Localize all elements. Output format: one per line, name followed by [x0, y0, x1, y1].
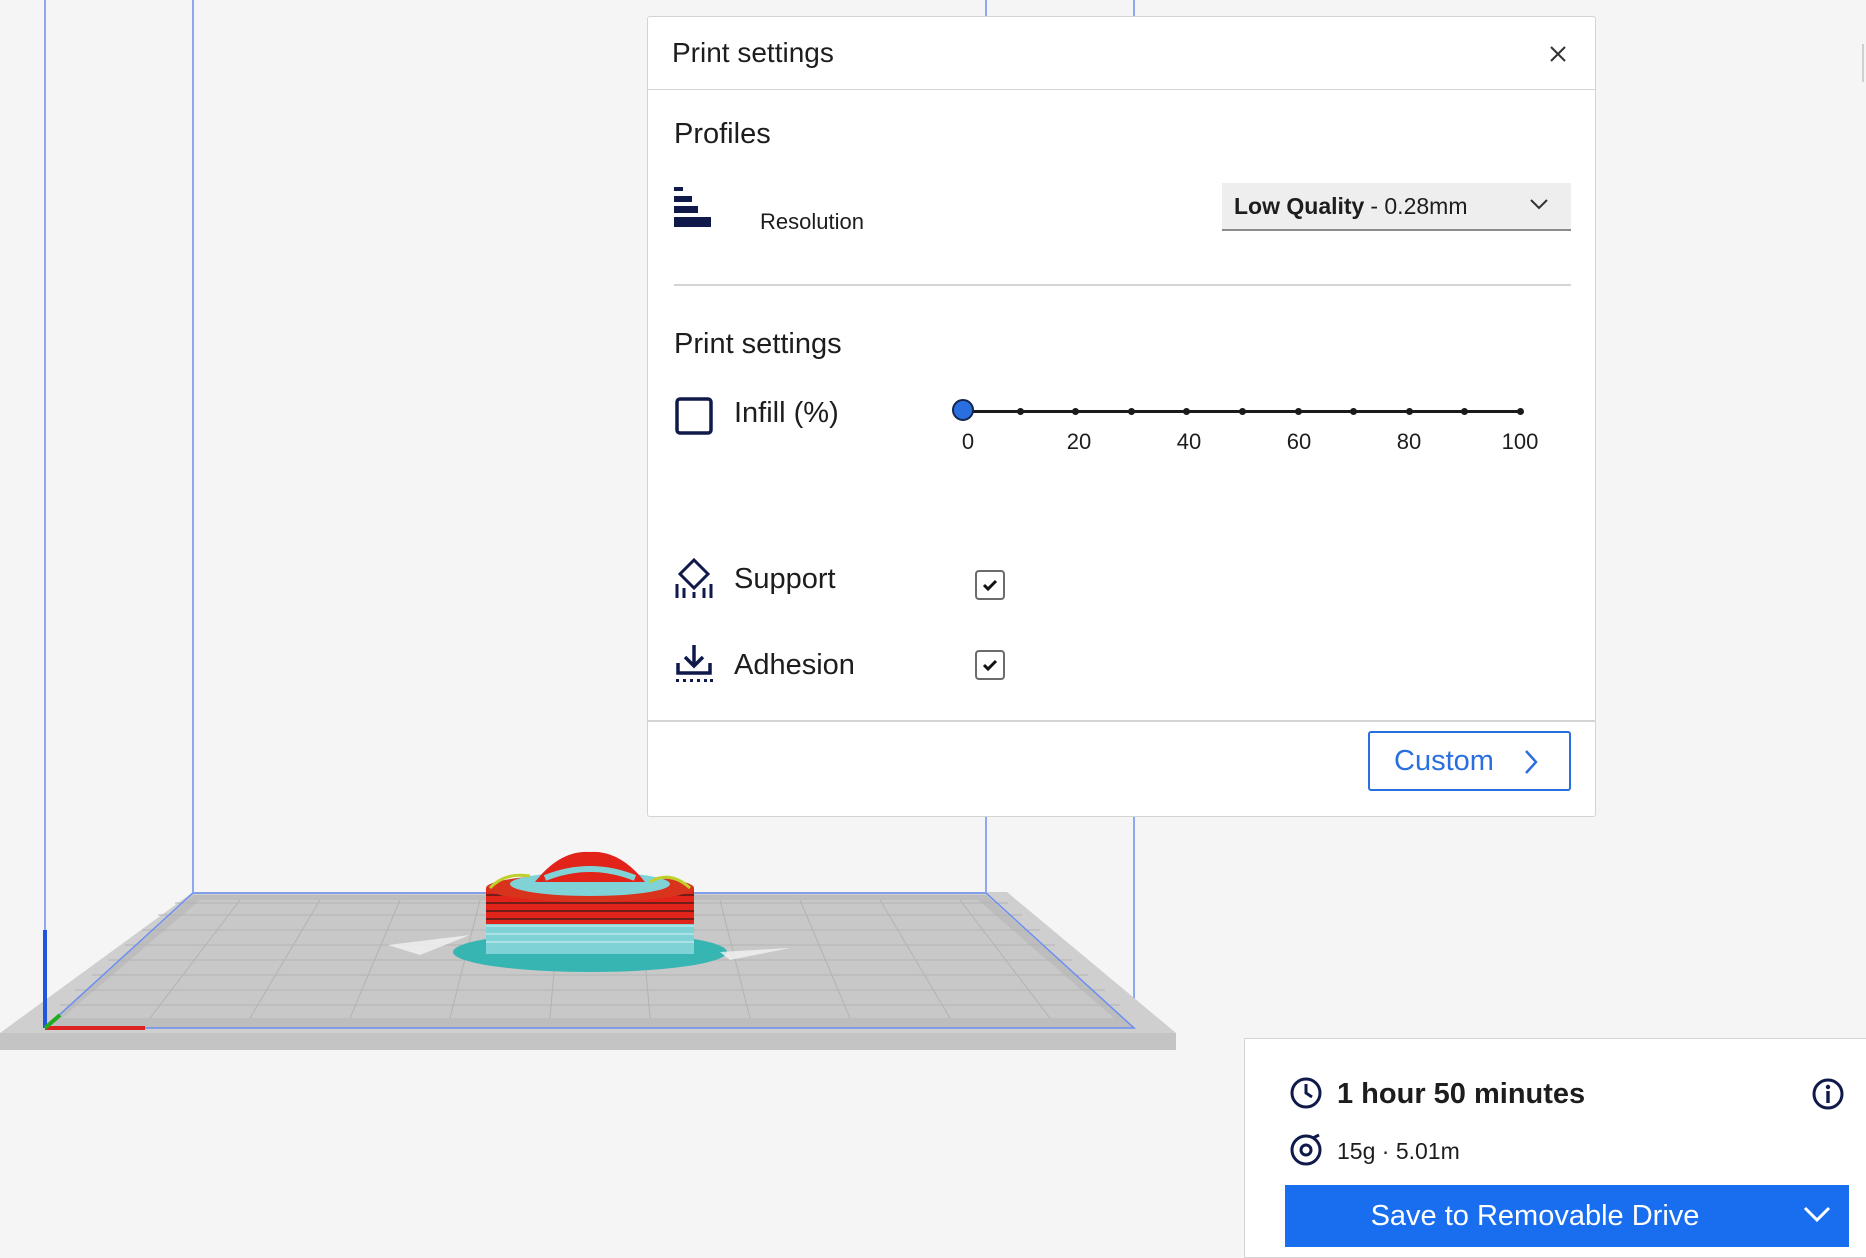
tick-label: 100 [1501, 429, 1539, 454]
print-time: 1 hour 50 minutes [1337, 1078, 1586, 1110]
infill-slider[interactable]: 0 20 40 60 80 100 [952, 392, 1554, 472]
slider-step-dot [1294, 408, 1302, 415]
chevron-down-icon [1530, 199, 1548, 210]
profiles-heading: Profiles [674, 118, 771, 150]
slider-step-dot [1461, 408, 1469, 415]
resolution-dropdown[interactable]: Low Quality - 0.28mm [1222, 183, 1571, 231]
close-icon [1550, 46, 1566, 62]
support-label: Support [734, 563, 836, 595]
clock-icon [1290, 1077, 1322, 1109]
section-divider [674, 284, 1571, 286]
custom-button[interactable]: Custom [1368, 731, 1571, 791]
selected-quality: Low Quality [1234, 192, 1365, 219]
support-icon [675, 558, 713, 598]
close-button[interactable] [1543, 39, 1573, 69]
infill-square-icon [675, 397, 713, 435]
slider-step-dot [1127, 408, 1135, 415]
print-settings-heading: Print settings [674, 328, 842, 360]
panel-title: Print settings [672, 37, 834, 68]
save-button-label: Save to Removable Drive [1370, 1199, 1700, 1232]
infill-label: Infill (%) [734, 397, 839, 429]
save-to-drive-button[interactable]: Save to Removable Drive [1285, 1185, 1849, 1247]
info-icon[interactable] [1811, 1077, 1845, 1111]
tick-label: 60 [1286, 429, 1312, 454]
print-settings-panel: Print settings Profiles Resolution Low Q… [647, 16, 1596, 817]
adhesion-icon [676, 645, 713, 682]
footer-divider [648, 720, 1595, 722]
slider-step-dot [1239, 408, 1246, 415]
selected-layer-height: - 0.28mm [1370, 192, 1468, 219]
print-info-panel: 1 hour 50 minutes 15g · 5.01m Save to Re… [1244, 1038, 1866, 1258]
slider-handle[interactable] [952, 399, 974, 421]
material-usage: 15g · 5.01m [1337, 1138, 1460, 1164]
filament-spool-icon [1290, 1133, 1322, 1166]
edge-handle [1862, 44, 1864, 82]
tick-label: 80 [1396, 429, 1422, 454]
checkmark-icon [982, 579, 998, 592]
slider-step-dot [1405, 408, 1413, 415]
adhesion-checkbox[interactable] [975, 650, 1005, 680]
chevron-right-icon [1525, 750, 1538, 774]
support-checkbox[interactable] [975, 570, 1005, 600]
slider-step-dot [1072, 408, 1080, 415]
slider-step-dot [1183, 408, 1191, 415]
tick-label: 0 [961, 429, 975, 454]
resolution-label: Resolution [760, 209, 864, 234]
slider-step-dot [1350, 408, 1358, 415]
adhesion-label: Adhesion [734, 649, 855, 681]
chevron-down-icon[interactable] [1803, 1205, 1831, 1223]
custom-button-label: Custom [1394, 744, 1494, 777]
checkmark-icon [982, 659, 998, 672]
tick-label: 20 [1066, 429, 1092, 454]
slider-step-dot [1517, 408, 1524, 415]
slider-step-dot [1016, 408, 1024, 415]
tick-label: 40 [1176, 429, 1202, 454]
panel-header: Print settings [648, 17, 1595, 90]
resolution-bars-icon [674, 187, 711, 227]
